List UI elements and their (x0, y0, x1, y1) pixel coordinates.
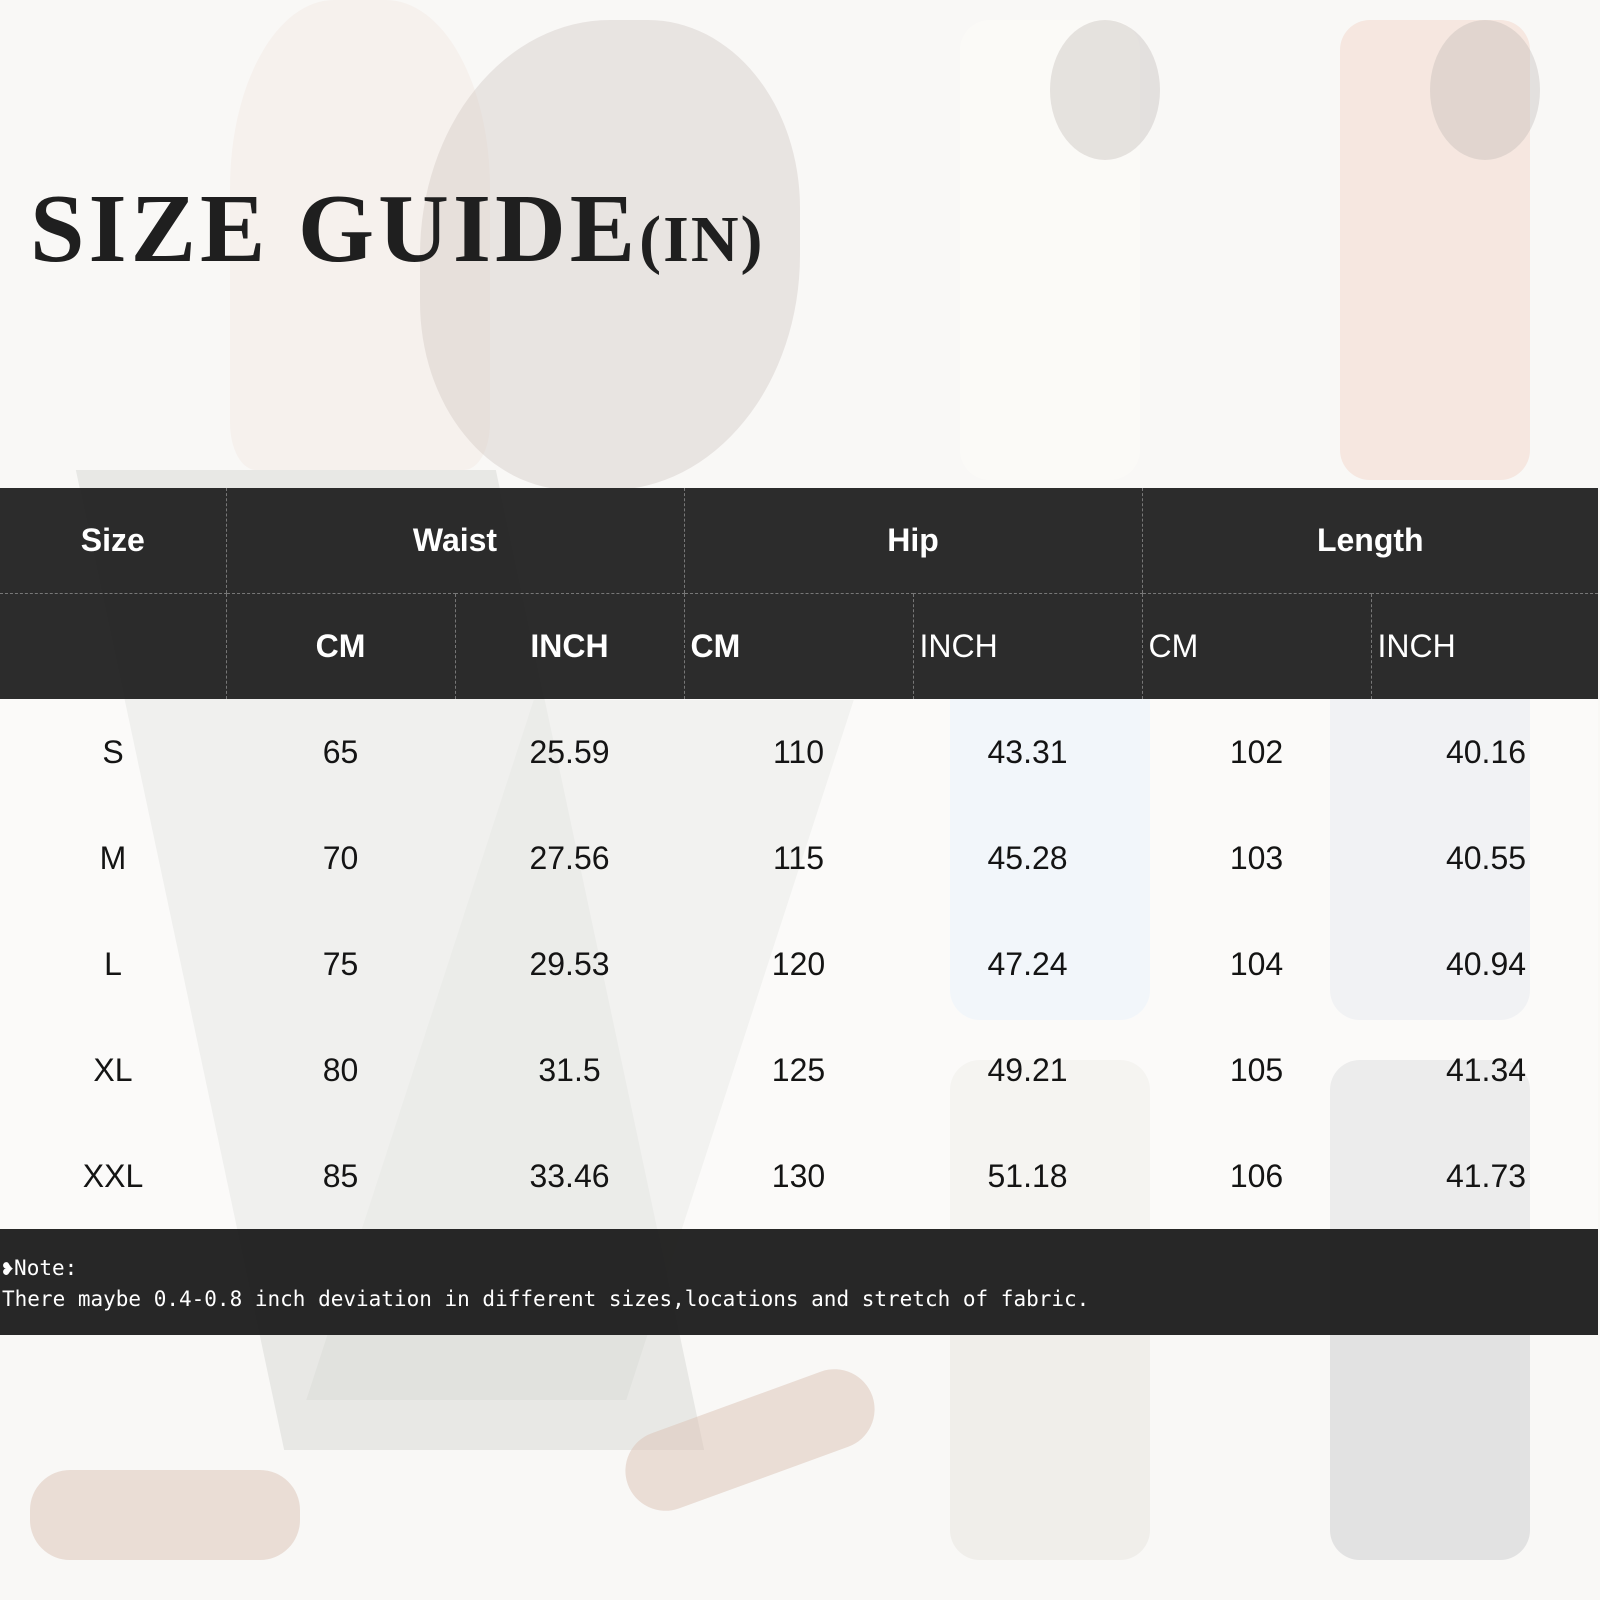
cell-waist-cm: 65 (226, 699, 455, 805)
unit-header-length-cm: CM (1141, 593, 1372, 699)
cell-waist-inch: 29.53 (455, 911, 684, 1017)
group-header-row: Size Waist Hip Length (0, 488, 1599, 594)
cell-hip-cm: 125 (684, 1017, 913, 1123)
unit-header-waist-inch: INCH (454, 593, 684, 699)
cell-length-cm: 103 (1142, 805, 1372, 911)
cell-hip-inch: 43.31 (913, 699, 1143, 805)
page-title: SIZE GUIDE(IN) (30, 180, 764, 278)
title-suffix: (IN) (639, 203, 765, 276)
cell-size: XL (0, 1017, 226, 1123)
table-row: S 65 25.59 110 43.31 102 40.16 (0, 699, 1599, 805)
note-label: Note: (14, 1256, 78, 1280)
size-table: Size Waist Hip Length CM INCH CM INCH CM… (0, 488, 1599, 1229)
cell-hip-cm: 110 (684, 699, 913, 805)
cell-size: M (0, 805, 226, 911)
table-row: XL 80 31.5 125 49.21 105 41.34 (0, 1017, 1599, 1123)
cell-waist-cm: 70 (226, 805, 455, 911)
cell-hip-inch: 45.28 (913, 805, 1143, 911)
note-heading: ❥Note: (2, 1253, 1598, 1284)
cell-size: S (0, 699, 226, 805)
header-waist: Waist (225, 488, 684, 594)
header-hip: Hip (683, 488, 1143, 594)
cell-length-cm: 104 (1142, 911, 1372, 1017)
cell-hip-inch: 51.18 (913, 1123, 1143, 1229)
cell-length-inch: 41.73 (1371, 1123, 1599, 1229)
cell-hip-cm: 120 (684, 911, 913, 1017)
cell-waist-inch: 33.46 (455, 1123, 684, 1229)
cell-waist-cm: 85 (226, 1123, 455, 1229)
unit-header-size (0, 594, 226, 700)
cell-length-inch: 40.16 (1371, 699, 1599, 805)
cell-length-inch: 40.55 (1371, 805, 1599, 911)
cell-waist-cm: 75 (226, 911, 455, 1017)
cell-length-cm: 105 (1142, 1017, 1372, 1123)
cell-waist-inch: 27.56 (455, 805, 684, 911)
note-text: There maybe 0.4-0.8 inch deviation in di… (2, 1287, 1090, 1311)
cell-waist-inch: 31.5 (455, 1017, 684, 1123)
size-table-container: Size Waist Hip Length CM INCH CM INCH CM… (0, 488, 1599, 1229)
cell-size: L (0, 911, 226, 1017)
unit-header-hip-inch: INCH (912, 593, 1143, 699)
cell-hip-inch: 47.24 (913, 911, 1143, 1017)
header-size: Size (0, 488, 226, 594)
cell-hip-inch: 49.21 (913, 1017, 1143, 1123)
header-length: Length (1141, 488, 1599, 594)
table-row: L 75 29.53 120 47.24 104 40.94 (0, 911, 1599, 1017)
unit-header-row: CM INCH CM INCH CM INCH (0, 593, 1599, 700)
size-table-body: S 65 25.59 110 43.31 102 40.16 M 70 27.5… (0, 699, 1599, 1229)
cell-length-inch: 40.94 (1371, 911, 1599, 1017)
heart-bullet-icon: ❥ (2, 1256, 15, 1280)
cell-length-cm: 102 (1142, 699, 1372, 805)
unit-header-waist-cm: CM (225, 593, 455, 699)
unit-header-length-inch: INCH (1370, 593, 1599, 699)
table-row: M 70 27.56 115 45.28 103 40.55 (0, 805, 1599, 911)
note-panel: ❥Note: There maybe 0.4-0.8 inch deviatio… (0, 1229, 1598, 1335)
cell-length-cm: 106 (1142, 1123, 1372, 1229)
unit-header-hip-cm: CM (683, 593, 913, 699)
cell-hip-cm: 115 (684, 805, 913, 911)
cell-size: XXL (0, 1123, 226, 1229)
table-row: XXL 85 33.46 130 51.18 106 41.73 (0, 1123, 1599, 1229)
cell-hip-cm: 130 (684, 1123, 913, 1229)
cell-waist-cm: 80 (226, 1017, 455, 1123)
title-main: SIZE GUIDE (30, 175, 640, 283)
cell-length-inch: 41.34 (1371, 1017, 1599, 1123)
cell-waist-inch: 25.59 (455, 699, 684, 805)
